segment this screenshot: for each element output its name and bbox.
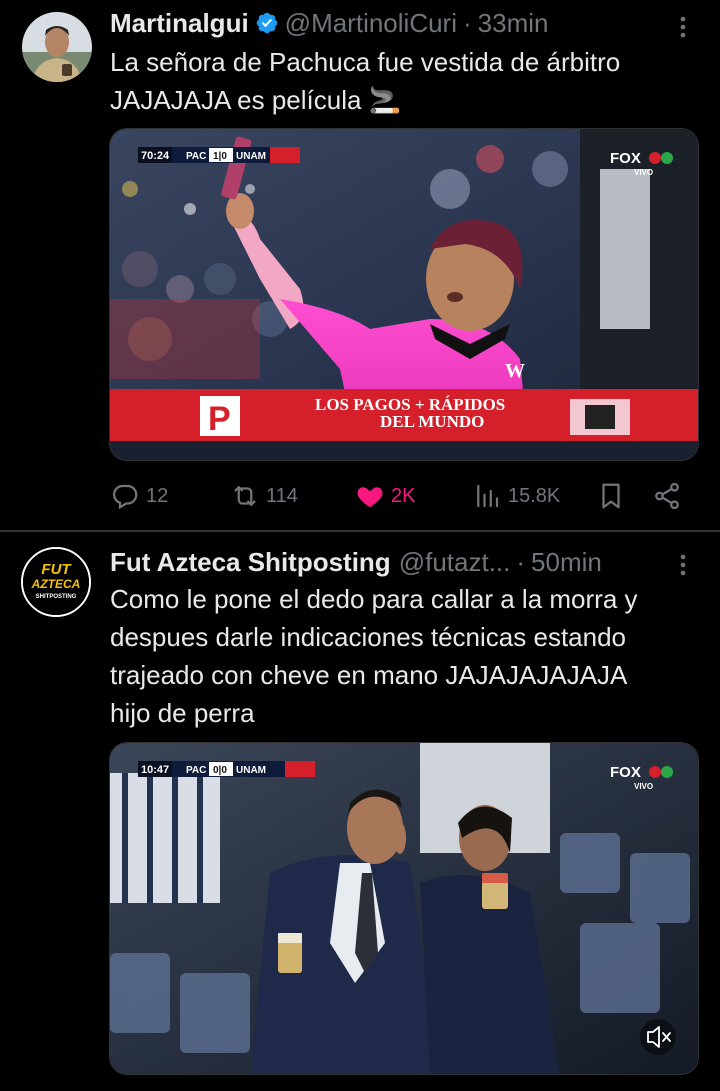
ad-logo: P xyxy=(208,400,231,438)
score: 1|0 xyxy=(213,151,227,162)
network-logo: FOX xyxy=(610,150,641,167)
more-options-icon[interactable] xyxy=(668,12,698,42)
live-label: VIVO xyxy=(634,782,653,791)
scoreboard-time: 70:24 xyxy=(141,150,170,162)
more-options-icon[interactable] xyxy=(668,550,698,580)
away-team: UNAM xyxy=(236,765,266,776)
views-button[interactable]: 15.8K xyxy=(472,478,560,514)
tweet-text: La señora de Pachuca fue vestida de árbi… xyxy=(110,47,621,115)
avatar-text-line2: AZTECA xyxy=(31,577,81,591)
views-count: 15.8K xyxy=(508,484,561,507)
bookmark-icon xyxy=(602,483,620,509)
tweet-text: Como le pone el dedo para callar a la mo… xyxy=(110,584,638,728)
tweet-media-video[interactable]: 10:47 PAC 0|0 UNAM FOX VIVO xyxy=(109,742,699,1075)
author-handle[interactable]: @futazt... xyxy=(399,547,511,578)
score: 0|0 xyxy=(213,765,227,776)
speaker-muted-icon[interactable] xyxy=(640,1019,676,1055)
views-chart-icon xyxy=(477,484,499,508)
avatar[interactable] xyxy=(22,12,92,82)
network-logo: FOX xyxy=(610,764,641,781)
timestamp[interactable]: 50min xyxy=(531,547,602,578)
reply-button[interactable]: 12 xyxy=(110,478,168,514)
avatar-text-line3: SHITPOSTING xyxy=(36,594,77,600)
tweet-media-image[interactable]: 70:24 PAC 1|0 UNAM FOX VIVO P LOS PAGOS … xyxy=(109,128,699,461)
home-team: PAC xyxy=(186,151,206,162)
scoreboard-time: 10:47 xyxy=(141,764,169,776)
reply-icon xyxy=(113,484,138,510)
jersey-logo: W xyxy=(505,360,525,382)
verified-badge-icon xyxy=(255,11,279,35)
live-label: VIVO xyxy=(634,168,653,177)
author-name[interactable]: Fut Azteca Shitposting xyxy=(110,547,391,578)
like-count: 2K xyxy=(391,484,416,507)
separator-dot: · xyxy=(463,7,472,38)
retweet-icon xyxy=(234,486,256,506)
reply-count: 12 xyxy=(146,484,169,507)
away-team: UNAM xyxy=(236,151,266,162)
timestamp[interactable]: 33min xyxy=(478,8,549,39)
tweet-header: Fut Azteca Shitposting @futazt... · 50mi… xyxy=(110,545,602,579)
share-button[interactable] xyxy=(652,478,682,514)
share-icon xyxy=(655,482,679,510)
retweet-count: 114 xyxy=(266,484,298,507)
tweet-header: Martinalgui @MartinoliCuri · 33min xyxy=(110,6,549,40)
like-button[interactable]: 2K xyxy=(355,478,415,514)
author-handle[interactable]: @MartinoliCuri xyxy=(285,8,457,39)
tweet-martinalgui[interactable]: Martinalgui @MartinoliCuri · 33min La se… xyxy=(0,0,720,530)
avatar[interactable]: FUT AZTECA SHITPOSTING xyxy=(21,547,91,617)
separator-dot: · xyxy=(516,546,526,577)
bookmark-button[interactable] xyxy=(596,478,626,514)
ad-text-line2: DEL MUNDO xyxy=(380,412,484,431)
heart-filled-icon xyxy=(357,487,383,508)
tweet-fut-azteca[interactable]: FUT AZTECA SHITPOSTING Fut Azteca Shitpo… xyxy=(0,532,720,1091)
avatar-text-line1: FUT xyxy=(41,561,72,578)
home-team: PAC xyxy=(186,765,206,776)
author-name[interactable]: Martinalgui xyxy=(110,8,249,39)
retweet-button[interactable]: 114 xyxy=(230,478,298,514)
tweet-action-bar: 12 114 2K 15.8K xyxy=(0,478,720,514)
